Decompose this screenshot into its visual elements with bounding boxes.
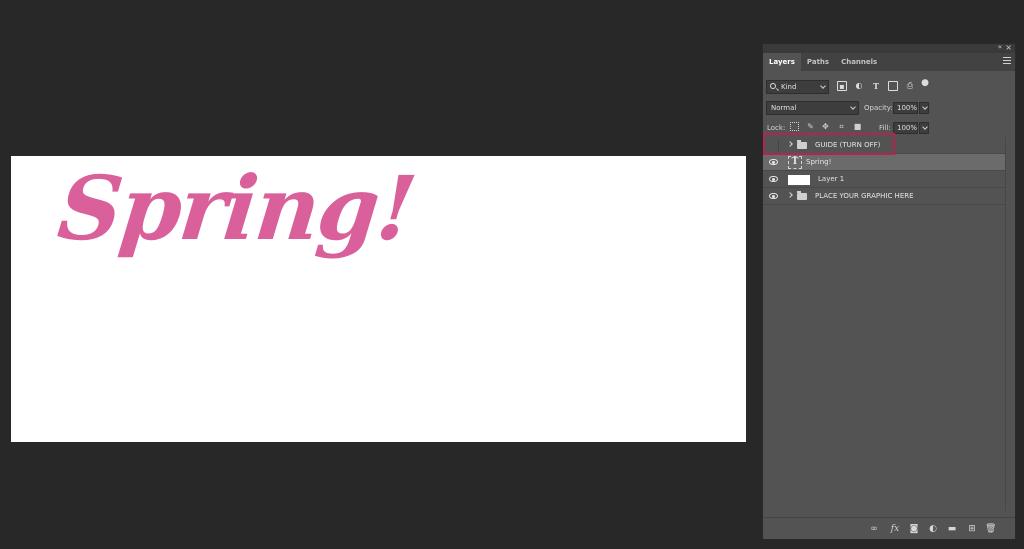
layers-panel: « × Layers Paths Channels Kind ▪ ◐ T ⎙ ●… (762, 43, 1016, 540)
new-layer-icon[interactable]: ⊞ (967, 524, 977, 534)
canvas-headline: Spring! (53, 156, 420, 260)
adjustment-layer-icon[interactable]: ◐ (928, 524, 938, 534)
layer-name: GUIDE (TURN OFF) (815, 141, 881, 149)
tab-layers[interactable]: Layers (763, 53, 801, 71)
collapse-icon[interactable]: « (998, 43, 1002, 51)
opacity-stepper[interactable] (919, 102, 929, 114)
fill-field[interactable]: 100% (893, 122, 918, 134)
layer-row-layer1[interactable]: Layer 1 (763, 171, 1005, 188)
layer-row-spring[interactable]: T Spring! (763, 154, 1005, 171)
tab-paths[interactable]: Paths (801, 53, 835, 71)
add-mask-icon[interactable]: ◙ (909, 524, 919, 534)
opacity-label: Opacity: (864, 104, 893, 112)
layer-name: Layer 1 (818, 175, 845, 183)
lock-all-icon[interactable]: ■ (853, 122, 862, 131)
search-icon (770, 83, 776, 89)
layers-scrollbar[interactable] (1005, 137, 1015, 511)
new-group-icon[interactable]: ▬ (947, 524, 957, 534)
chevron-down-icon (820, 83, 826, 89)
opacity-field[interactable]: 100% (893, 102, 918, 114)
blend-mode-dropdown[interactable]: Normal (766, 101, 859, 115)
lock-position-icon[interactable]: ✥ (821, 122, 830, 131)
smart-object-filter-icon[interactable]: ⎙ (905, 81, 915, 91)
filter-row: Kind ▪ ◐ T ⎙ ● (763, 77, 1015, 95)
eye-icon[interactable] (769, 176, 778, 182)
link-layers-icon[interactable]: ∞ (869, 524, 879, 534)
close-icon[interactable]: × (1005, 43, 1012, 52)
document-canvas[interactable]: Spring! (11, 156, 746, 442)
layer-name: PLACE YOUR GRAPHIC HERE (815, 192, 914, 200)
lock-row: Lock: ✎ ✥ ⌗ ■ Fill: 100% (763, 119, 1015, 137)
lock-image-icon[interactable]: ✎ (806, 122, 815, 131)
type-layer-icon: T (788, 156, 802, 169)
layer-row-guide[interactable]: GUIDE (TURN OFF) (763, 137, 1005, 154)
fx-icon[interactable]: fx (890, 524, 900, 534)
lock-transparent-icon[interactable] (790, 122, 799, 131)
blend-mode-value: Normal (771, 104, 797, 112)
image-filter-icon[interactable]: ▪ (837, 81, 847, 91)
filter-toggle-icon[interactable]: ● (920, 78, 930, 88)
panel-tabs: Layers Paths Channels (763, 53, 1015, 71)
kind-filter-dropdown[interactable]: Kind (766, 80, 829, 94)
kind-filter-label: Kind (781, 83, 797, 91)
trash-icon[interactable]: 🗑 (985, 524, 996, 534)
layers-list: GUIDE (TURN OFF) T Spring! Layer 1 PLACE… (763, 137, 1005, 205)
chevron-right-icon[interactable] (787, 192, 793, 198)
fill-label: Fill: (879, 124, 891, 132)
chevron-down-icon (850, 104, 856, 110)
lock-artboard-icon[interactable]: ⌗ (837, 122, 846, 131)
lock-label: Lock: (767, 124, 786, 132)
panel-topbar: « × (763, 43, 1015, 53)
layer-thumbnail (788, 175, 810, 185)
layer-row-place-graphic[interactable]: PLACE YOUR GRAPHIC HERE (763, 188, 1005, 205)
eye-icon[interactable] (769, 159, 778, 165)
blend-row: Normal Opacity: 100% (763, 99, 1015, 117)
folder-icon (797, 191, 807, 200)
shape-filter-icon[interactable] (888, 81, 898, 91)
tab-channels[interactable]: Channels (835, 53, 883, 71)
panel-menu-icon[interactable] (1003, 57, 1011, 65)
type-filter-icon[interactable]: T (871, 81, 881, 91)
chevron-right-icon[interactable] (787, 141, 793, 147)
eye-icon[interactable] (769, 193, 778, 199)
adjustment-filter-icon[interactable]: ◐ (854, 81, 864, 91)
fill-stepper[interactable] (919, 122, 929, 134)
visibility-toggle[interactable] (768, 140, 779, 151)
panel-bottom-bar: ∞ fx ◙ ◐ ▬ ⊞ 🗑 (763, 517, 1015, 539)
folder-icon (797, 140, 807, 149)
layer-name: Spring! (806, 158, 832, 166)
